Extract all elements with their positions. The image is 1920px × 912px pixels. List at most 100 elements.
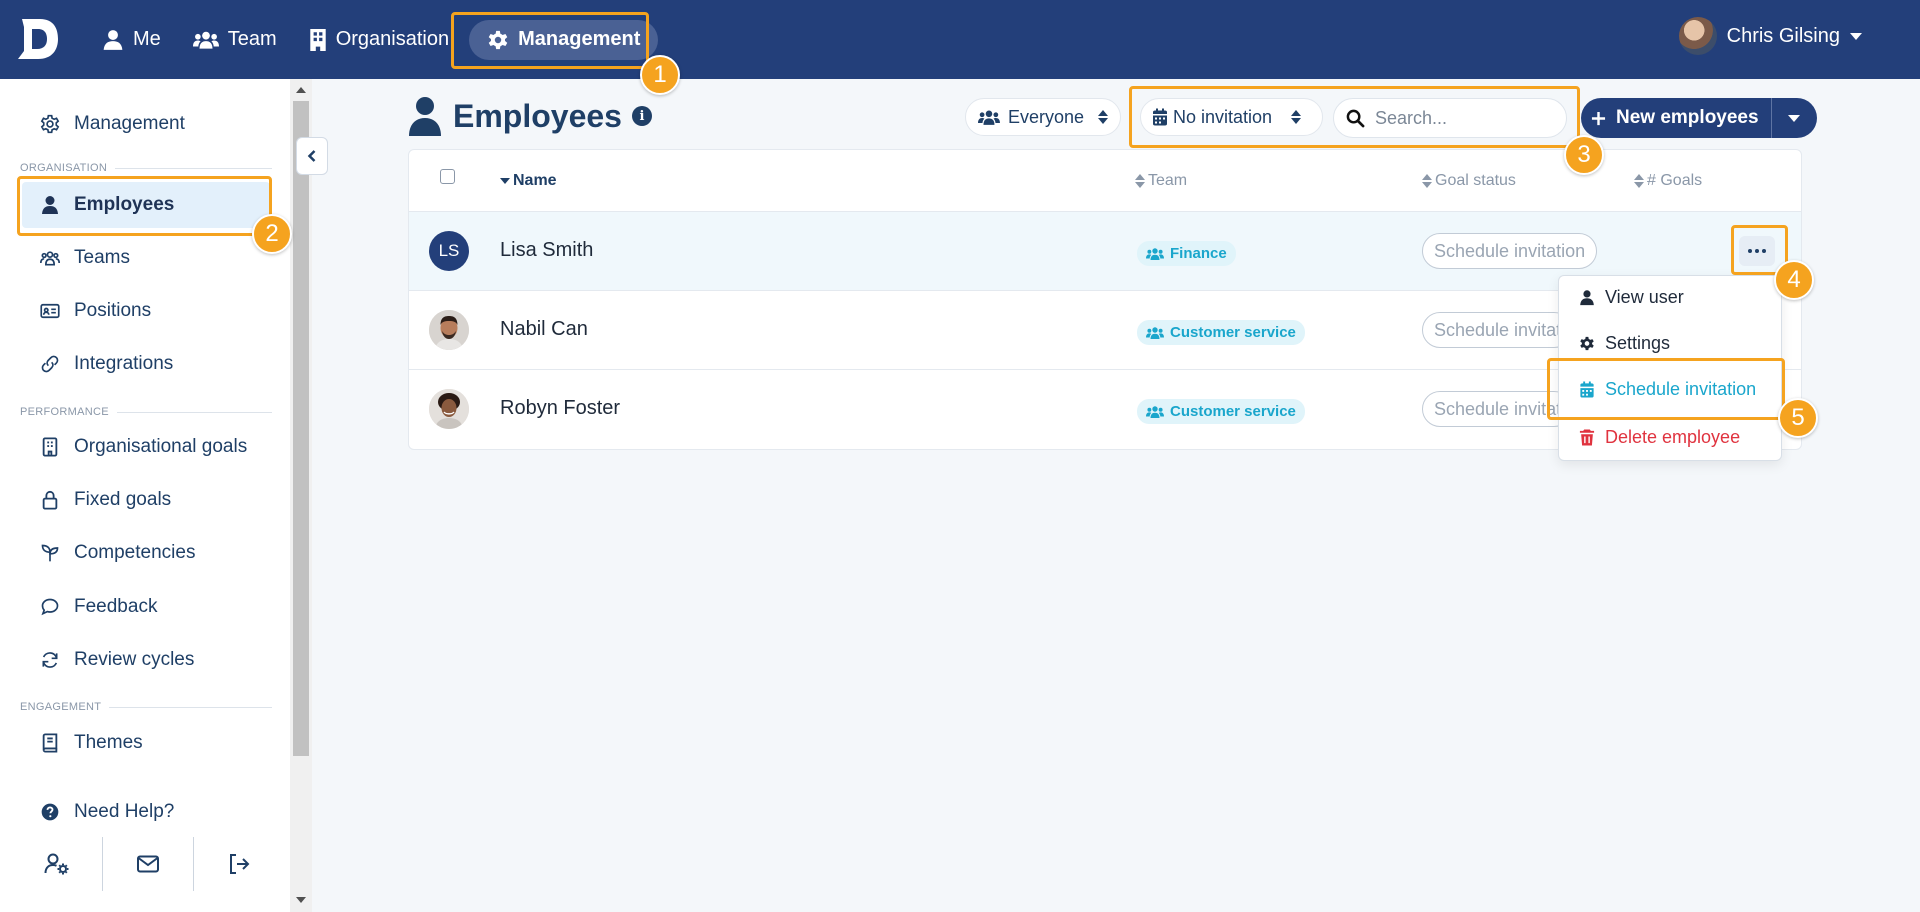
- id-card-icon: [40, 303, 60, 319]
- employee-name[interactable]: Lisa Smith: [500, 239, 593, 262]
- select-all-checkbox[interactable]: [440, 169, 455, 184]
- avatar: [429, 389, 469, 429]
- sidebar-item-employees[interactable]: Employees: [22, 182, 270, 228]
- team-badge: Finance: [1137, 241, 1236, 266]
- nav-team[interactable]: Team: [181, 20, 289, 60]
- audience-filter-select[interactable]: Everyone: [965, 98, 1121, 136]
- page-title-text: Employees: [453, 97, 622, 134]
- schedule-invitation-button[interactable]: Schedule invitation: [1422, 312, 1572, 348]
- column-header-label: # Goals: [1647, 172, 1703, 189]
- sidebar-item-review-cycles[interactable]: Review cycles: [22, 637, 270, 683]
- sidebar-item-positions[interactable]: Positions: [22, 288, 270, 334]
- team-badge-label: Finance: [1170, 245, 1227, 262]
- menu-item-settings[interactable]: Settings: [1579, 333, 1670, 354]
- nav-management[interactable]: Management: [469, 19, 659, 60]
- dot-icon: [1755, 249, 1759, 253]
- people-icon: [1146, 326, 1164, 339]
- invitation-filter-select[interactable]: No invitation: [1140, 98, 1323, 136]
- new-employees-button-group: New employees: [1581, 98, 1817, 138]
- app-logo[interactable]: [18, 17, 60, 61]
- menu-item-label: Schedule invitation: [1605, 379, 1757, 399]
- employee-name[interactable]: Robyn Foster: [500, 397, 620, 420]
- chevron-down-icon: [1850, 32, 1862, 40]
- sidebar-item-themes[interactable]: Themes: [22, 720, 270, 766]
- seedling-icon: [41, 544, 59, 562]
- scroll-up-arrow-icon[interactable]: [296, 87, 306, 93]
- page-title: Employees i: [407, 96, 652, 136]
- row-actions-button[interactable]: [1739, 236, 1775, 266]
- column-header-name[interactable]: Name: [500, 172, 557, 190]
- team-badge: Customer service: [1137, 399, 1305, 424]
- avatar: [429, 310, 469, 350]
- sidebar-item-label: Integrations: [74, 353, 174, 374]
- search-box[interactable]: [1333, 98, 1567, 138]
- people-icon: [1146, 405, 1164, 418]
- search-input[interactable]: [1375, 107, 1545, 129]
- messages-button[interactable]: [103, 837, 194, 891]
- person-icon: [409, 97, 441, 136]
- section-label-engagement: ENGAGEMENT: [20, 701, 272, 713]
- menu-item-label: Settings: [1605, 333, 1671, 353]
- trash-icon: [1579, 429, 1595, 446]
- building-icon: [310, 28, 326, 51]
- new-employees-dropdown-toggle[interactable]: [1770, 98, 1817, 138]
- info-icon[interactable]: i: [631, 106, 652, 126]
- sidebar-footer-actions: [12, 837, 284, 891]
- employee-name[interactable]: Nabil Can: [500, 318, 588, 341]
- team-badge-label: Customer service: [1170, 324, 1296, 341]
- sidebar-item-organisational-goals[interactable]: Organisational goals: [22, 424, 270, 470]
- step-badge: 5: [1778, 398, 1818, 438]
- sidebar-item-label: Positions: [74, 300, 152, 321]
- sidebar-scrollbar[interactable]: [290, 79, 312, 912]
- column-header-team[interactable]: Team: [1135, 172, 1187, 190]
- sidebar-item-need-help[interactable]: Need Help?: [22, 789, 270, 835]
- schedule-invitation-button[interactable]: Schedule invitation: [1422, 391, 1572, 427]
- gear-icon: [40, 114, 60, 134]
- account-settings-button[interactable]: [12, 837, 103, 891]
- sidebar-item-fixed-goals[interactable]: Fixed goals: [22, 477, 270, 523]
- column-header-goal-status[interactable]: Goal status: [1422, 172, 1516, 190]
- step-badge: 3: [1564, 135, 1604, 175]
- book-icon: [42, 733, 58, 753]
- scroll-down-arrow-icon[interactable]: [296, 897, 306, 903]
- column-header-goals[interactable]: # Goals: [1634, 172, 1702, 190]
- gear-icon: [1580, 336, 1594, 351]
- sidebar-item-integrations[interactable]: Integrations: [22, 341, 270, 387]
- nav-organisation[interactable]: Organisation: [297, 20, 461, 60]
- new-employees-button[interactable]: New employees: [1581, 98, 1771, 138]
- sort-icon: [1135, 174, 1145, 188]
- scrollbar-thumb[interactable]: [293, 101, 309, 756]
- user-avatar: [1678, 17, 1717, 55]
- sidebar: Management ORGANISATION Employees Teams …: [0, 79, 290, 912]
- menu-item-schedule-invitation[interactable]: Schedule invitation: [1579, 379, 1756, 400]
- building-icon: [42, 437, 58, 457]
- sidebar-item-competencies[interactable]: Competencies: [22, 530, 270, 576]
- main-nav: Me Team Organisation Management: [90, 0, 666, 79]
- sidebar-item-label: Need Help?: [74, 801, 175, 822]
- team-badge: Customer service: [1137, 320, 1305, 345]
- sidebar-item-feedback[interactable]: Feedback: [22, 584, 270, 630]
- sort-icon: [1634, 174, 1644, 188]
- person-icon: [42, 196, 58, 214]
- people-icon: [1146, 247, 1164, 260]
- sort-desc-icon: [500, 178, 510, 184]
- people-icon: [978, 110, 1000, 125]
- column-header-label: Team: [1148, 172, 1188, 189]
- nav-me[interactable]: Me: [90, 20, 173, 60]
- schedule-invitation-button[interactable]: Schedule invitation: [1422, 233, 1598, 269]
- sidebar-item-management[interactable]: Management: [22, 101, 270, 147]
- logout-button[interactable]: [194, 837, 284, 891]
- top-navigation-bar: Me Team Organisation Management Chris Gi…: [0, 0, 1920, 79]
- sidebar-item-label: Fixed goals: [74, 489, 172, 510]
- menu-item-delete-employee[interactable]: Delete employee: [1579, 427, 1740, 448]
- team-badge-label: Customer service: [1170, 403, 1296, 420]
- select-arrows-icon: [1291, 110, 1302, 124]
- user-menu[interactable]: Chris Gilsing: [1678, 17, 1862, 55]
- search-icon: [1346, 109, 1365, 127]
- sidebar-item-teams[interactable]: Teams: [22, 235, 270, 281]
- collapse-sidebar-button[interactable]: [296, 137, 328, 175]
- nav-organisation-label: Organisation: [335, 28, 450, 50]
- nav-team-label: Team: [227, 28, 277, 50]
- invitation-filter-value: No invitation: [1173, 106, 1273, 127]
- menu-item-view-user[interactable]: View user: [1579, 287, 1684, 308]
